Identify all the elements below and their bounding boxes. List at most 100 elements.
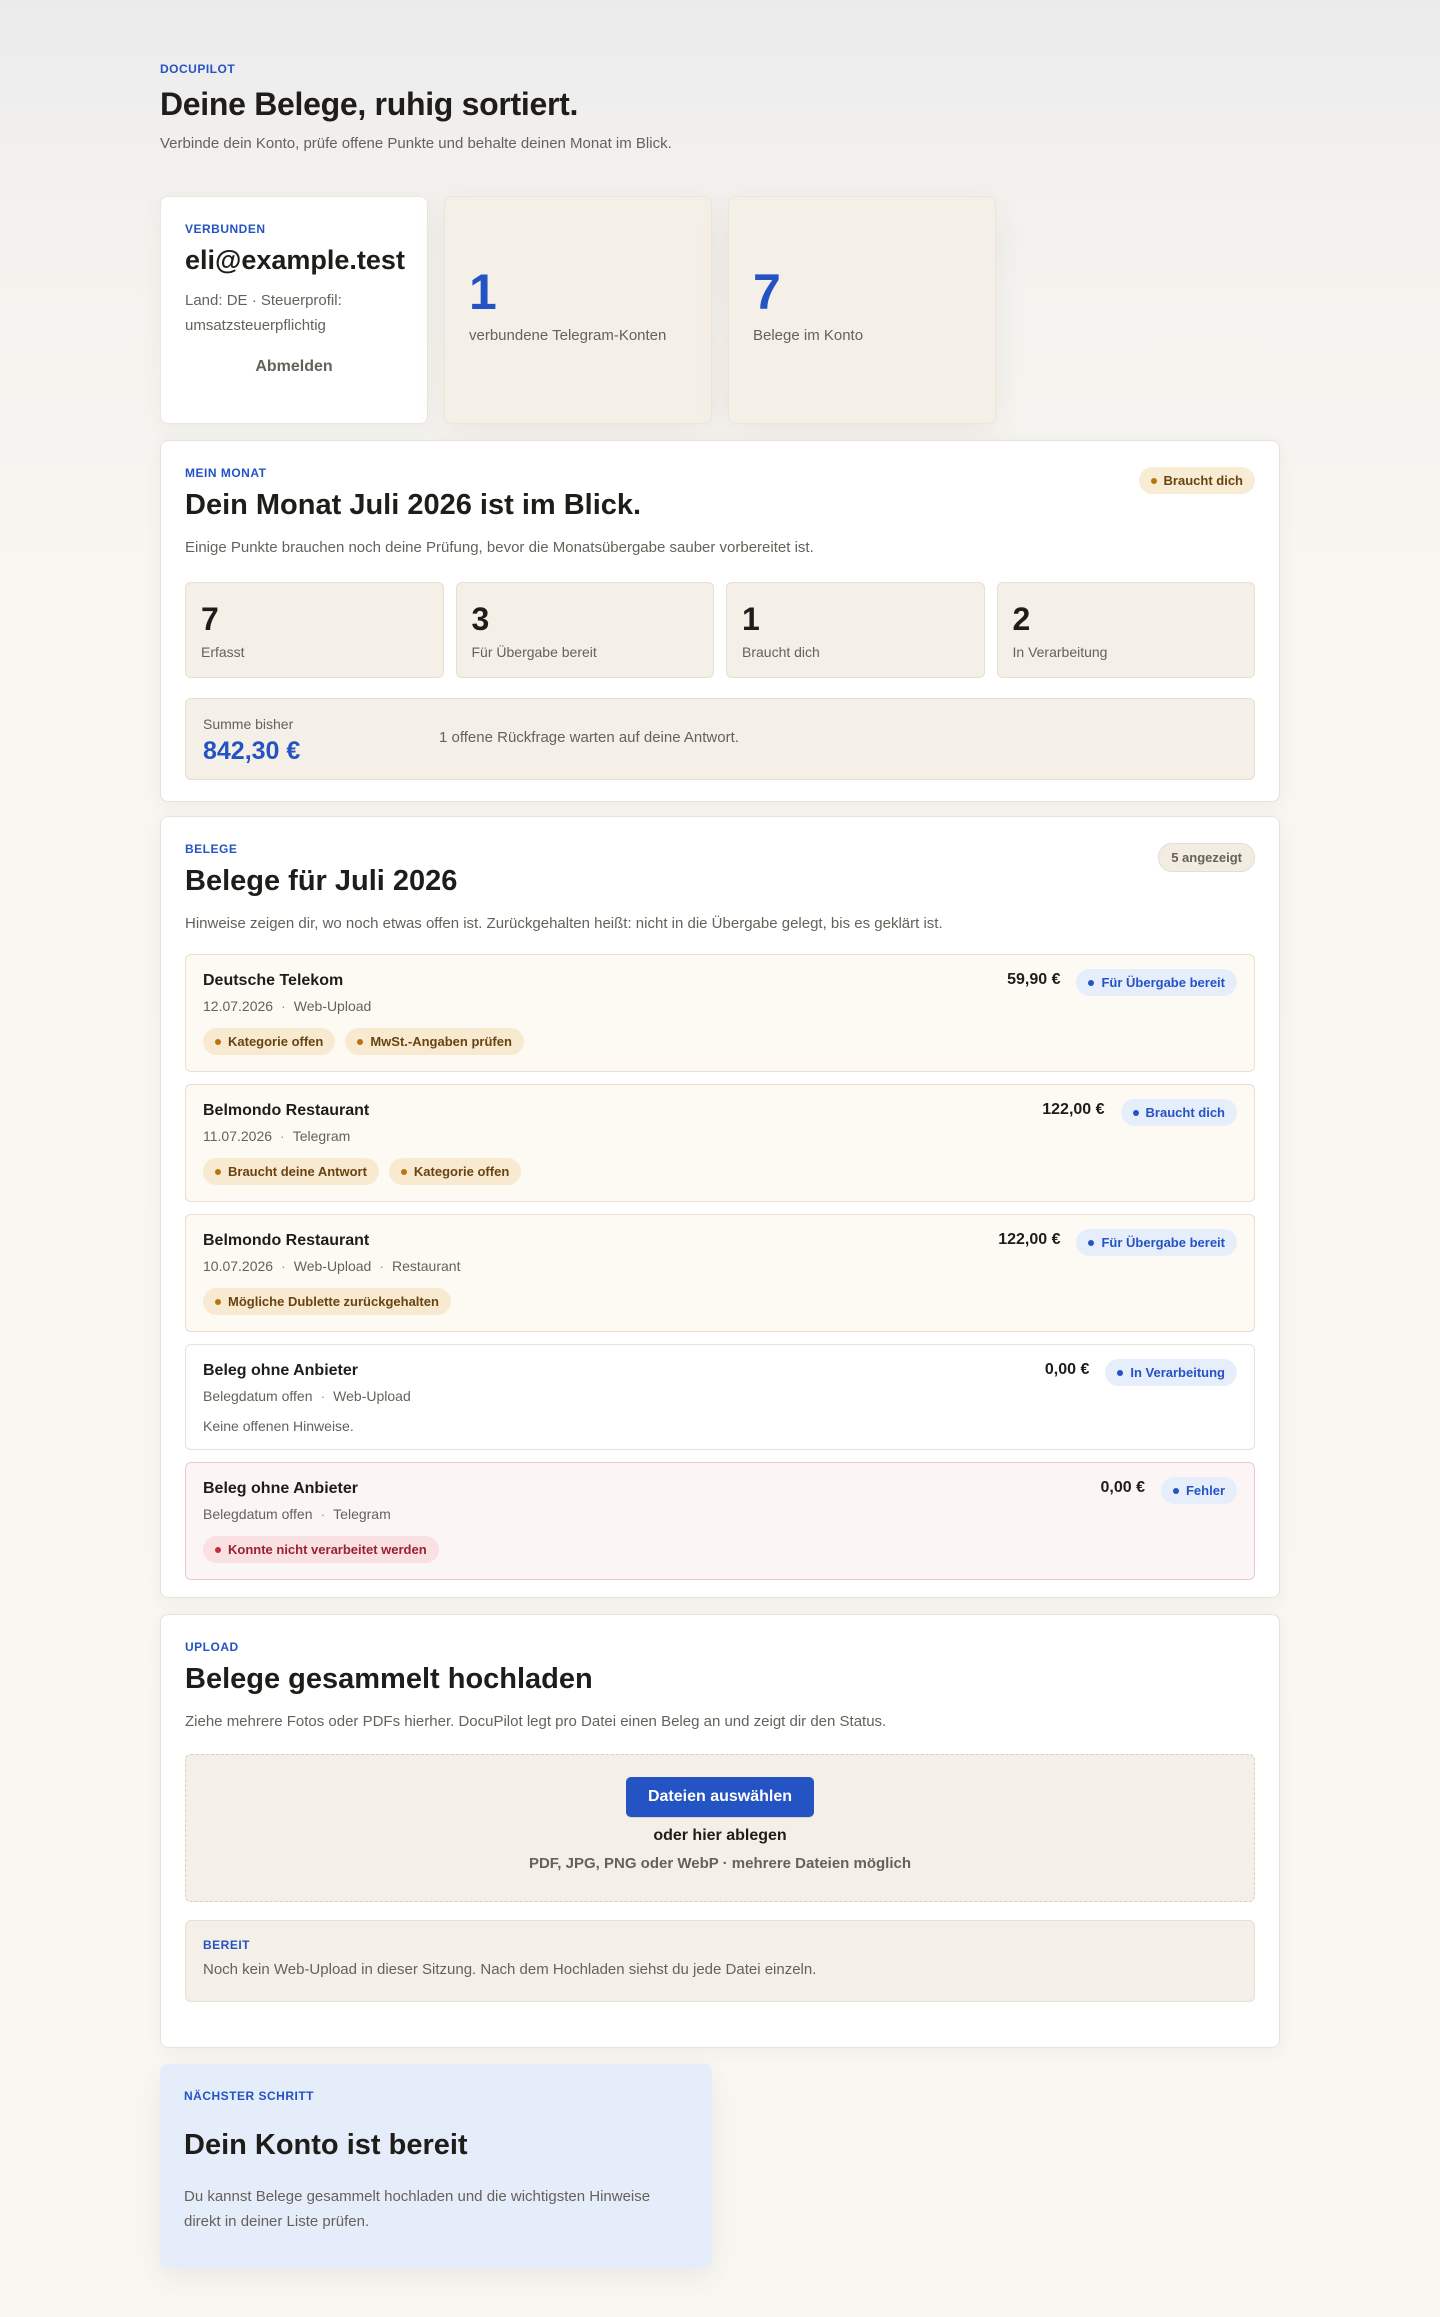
- tag-label: Kategorie offen: [228, 1034, 324, 1049]
- status-dot-icon: [1088, 1239, 1095, 1246]
- tag-label: Konnte nicht verarbeitet werden: [228, 1542, 427, 1557]
- receipt-right: 59,90 € Für Übergabe bereit: [1007, 969, 1237, 996]
- receipt-amount: 122,00 €: [998, 1230, 1061, 1248]
- receipt-card[interactable]: Belmondo Restaurant 11.07.2026 · Telegram …: [185, 1084, 1255, 1202]
- receipts-subtitle: Hinweise zeigen dir, wo noch etwas offen…: [185, 915, 943, 932]
- receipt-tags: Mögliche Dublette zurückgehalten: [203, 1288, 1237, 1315]
- upload-subtitle: Ziehe mehrere Fotos oder PDFs hierher. D…: [185, 1713, 887, 1730]
- receipt-tag: Kategorie offen: [388, 1158, 522, 1185]
- tag-dot-icon: [400, 1168, 407, 1175]
- metric-captured: 7 Erfasst: [185, 582, 444, 678]
- receipt-right: 122,00 € Für Übergabe bereit: [998, 1229, 1237, 1256]
- tag-dot-icon: [215, 1546, 221, 1553]
- receipt-card[interactable]: Beleg ohne Anbieter Belegdatum offen · Tel…: [185, 1462, 1255, 1580]
- stat-value: 7: [753, 264, 781, 320]
- metric-value: 1: [742, 601, 760, 637]
- receipt-amount: 0,00 €: [1100, 1478, 1145, 1496]
- receipt-status-label: Für Übergabe bereit: [1101, 975, 1225, 990]
- metric-value: 7: [201, 601, 219, 637]
- status-dot-icon: [1172, 1487, 1179, 1494]
- tag-label: Braucht deine Antwort: [228, 1164, 367, 1179]
- sum-box: Summe bisher 842,30 € 1 offene Rückfrage…: [185, 698, 1255, 780]
- next-step-text: Du kannst Belege gesammelt hochladen und…: [184, 2188, 651, 2230]
- account-card: VERBUNDEN eli@example.test Land: DE · St…: [160, 196, 428, 424]
- receipt-status-label: Fehler: [1185, 1483, 1225, 1498]
- month-panel: MEIN MONAT Braucht dich Dein Monat Juli …: [160, 440, 1280, 802]
- stat-value: 1: [469, 264, 497, 320]
- receipt-tag: Kategorie offen: [203, 1028, 336, 1055]
- receipt-right: 0,00 € In Verarbeitung: [1045, 1359, 1237, 1386]
- receipts-count-badge: 5 angezeigt: [1158, 843, 1255, 872]
- status-dot-icon: [1132, 1109, 1139, 1116]
- receipt-note: Keine offenen Hinweise.: [203, 1418, 354, 1434]
- receipt-status-badge: Braucht dich: [1120, 1099, 1237, 1126]
- ready-text: Noch kein Web-Upload in dieser Sitzung. …: [203, 1961, 817, 1978]
- receipt-meta: Belegdatum offen · Telegram: [203, 1506, 391, 1522]
- receipt-tag: Mögliche Dublette zurückgehalten: [203, 1288, 451, 1315]
- upload-panel: UPLOAD Belege gesammelt hochladen Ziehe …: [160, 1614, 1280, 2048]
- tag-dot-icon: [357, 1038, 364, 1045]
- receipt-meta: 10.07.2026 · Web-Upload · Restaurant: [203, 1258, 461, 1274]
- metric-ready: 3 Für Übergabe bereit: [455, 582, 714, 678]
- account-meta: Land: DE · Steuerprofil: umsatzsteuerpfl…: [185, 292, 342, 334]
- receipt-meta: 11.07.2026 · Telegram: [203, 1128, 351, 1144]
- metric-processing: 2 In Verarbeitung: [996, 582, 1255, 678]
- receipt-amount: 59,90 €: [1007, 970, 1061, 988]
- page-subtitle: Verbinde dein Konto, prüfe offene Punkte…: [160, 135, 672, 152]
- metric-label: In Verarbeitung: [1012, 644, 1108, 660]
- receipt-date: 10.07.2026: [203, 1258, 274, 1274]
- open-questions-message: 1 offene Rückfrage warten auf deine Antw…: [439, 729, 739, 746]
- receipt-category: Restaurant: [391, 1258, 461, 1274]
- receipt-source: Web-Upload: [293, 1258, 372, 1274]
- receipts-panel: BELEGE 5 angezeigt Belege für Juli 2026 …: [160, 816, 1280, 1598]
- stat-card-receipts: 7 Belege im Konto: [728, 196, 996, 424]
- page-title: Deine Belege, ruhig sortiert.: [160, 86, 579, 122]
- tag-dot-icon: [215, 1298, 221, 1305]
- page-header: DOCUPILOT Deine Belege, ruhig sortiert. …: [160, 62, 672, 152]
- metric-label: Braucht dich: [742, 644, 820, 660]
- receipt-list: Deutsche Telekom 12.07.2026 · Web-Upload 5…: [185, 954, 1255, 1580]
- metric-label: Für Übergabe bereit: [471, 644, 597, 660]
- brand-label: DOCUPILOT: [160, 62, 236, 76]
- upload-eyebrow: UPLOAD: [185, 1640, 239, 1654]
- receipt-status-label: In Verarbeitung: [1130, 1365, 1225, 1380]
- metric-label: Erfasst: [201, 644, 245, 660]
- receipt-tags: Braucht deine Antwort Kategorie offen: [203, 1158, 1237, 1185]
- metric-value: 2: [1012, 601, 1031, 637]
- logout-button[interactable]: Abmelden: [185, 358, 403, 376]
- status-dot-icon: [1117, 1369, 1124, 1376]
- tag-dot-icon: [215, 1168, 221, 1175]
- receipt-card[interactable]: Beleg ohne Anbieter Belegdatum offen · Web…: [185, 1344, 1255, 1450]
- receipts-eyebrow: BELEGE: [185, 842, 238, 856]
- month-metrics: 7 Erfasst 3 Für Übergabe bereit 1 Brauch…: [185, 582, 1255, 678]
- ready-eyebrow: BEREIT: [203, 1938, 251, 1952]
- account-email: eli@example.test: [185, 245, 405, 275]
- upload-title: Belege gesammelt hochladen: [185, 1663, 593, 1695]
- receipt-date: 12.07.2026: [203, 998, 274, 1014]
- month-subtitle: Einige Punkte brauchen noch deine Prüfun…: [185, 539, 814, 556]
- receipt-tag: Konnte nicht verarbeitet werden: [203, 1536, 439, 1563]
- account-eyebrow: VERBUNDEN: [185, 222, 266, 236]
- receipt-date: Belegdatum offen: [203, 1388, 313, 1404]
- receipt-tags: Kategorie offen MwSt.-Angaben prüfen: [203, 1028, 1237, 1055]
- metric-value: 3: [471, 601, 490, 637]
- receipt-source: Web-Upload: [293, 998, 372, 1014]
- receipt-card[interactable]: Deutsche Telekom 12.07.2026 · Web-Upload 5…: [185, 954, 1255, 1072]
- receipt-right: 122,00 € Braucht dich: [1042, 1099, 1237, 1126]
- month-status-badge: Braucht dich: [1138, 467, 1255, 494]
- tag-label: Kategorie offen: [413, 1164, 510, 1179]
- receipt-card[interactable]: Belmondo Restaurant 10.07.2026 · Web-Uploa…: [185, 1214, 1255, 1332]
- month-eyebrow: MEIN MONAT: [185, 466, 267, 480]
- choose-files-button[interactable]: Dateien auswählen: [625, 1777, 815, 1817]
- dropzone[interactable]: Dateien auswählen oder hier ablegen PDF,…: [185, 1754, 1255, 1902]
- receipt-tag: MwSt.-Angaben prüfen: [345, 1028, 524, 1055]
- receipt-vendor: Beleg ohne Anbieter: [203, 1480, 358, 1497]
- next-step-card: NÄCHSTER SCHRITT Dein Konto ist bereit D…: [160, 2064, 712, 2268]
- receipt-meta: Belegdatum offen · Web-Upload: [203, 1388, 411, 1404]
- tag-label: Mögliche Dublette zurückgehalten: [228, 1294, 439, 1309]
- next-step-eyebrow: NÄCHSTER SCHRITT: [184, 2089, 314, 2103]
- receipt-date: 11.07.2026: [203, 1128, 273, 1144]
- tag-dot-icon: [215, 1038, 221, 1045]
- receipt-status-label: Für Übergabe bereit: [1101, 1235, 1225, 1250]
- receipt-meta: 12.07.2026 · Web-Upload: [203, 998, 372, 1014]
